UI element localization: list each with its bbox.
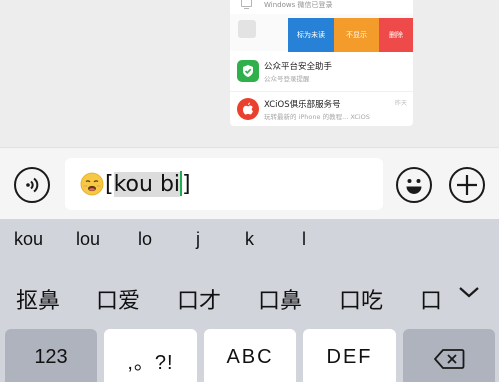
plus-icon — [457, 175, 477, 195]
chat-preview: 公众号登录提醒 — [264, 75, 310, 83]
chat-time: 昨天 — [394, 100, 407, 107]
more-button[interactable] — [449, 167, 485, 203]
chat-area: Windows 微信已登录 标为未读 不显示 删除 公众平台安全助手 公众号登录… — [0, 0, 499, 147]
pinyin-keyboard: kou lou lo j k l 抠鼻 口爱 口才 口鼻 口吃 口 123 ,。… — [0, 219, 499, 382]
emoji-button[interactable] — [396, 167, 432, 203]
bracket-open: [ — [105, 172, 114, 197]
candidate-word[interactable]: 口吃 — [339, 283, 383, 315]
abc-key[interactable]: ABC — [204, 329, 296, 382]
shield-icon — [237, 60, 259, 82]
apple-icon — [237, 98, 259, 120]
candidate-word[interactable]: 抠鼻 — [16, 283, 60, 315]
delete-key[interactable] — [403, 329, 495, 382]
backspace-icon — [434, 349, 465, 369]
candidate-word[interactable]: 口鼻 — [258, 283, 302, 315]
pinyin-suggestion[interactable]: j — [196, 229, 200, 250]
pinyin-suggestion[interactable]: kou — [14, 229, 43, 250]
chat-row-xcios[interactable]: XCiOS俱乐部服务号 玩转最新的 iPhone 的教程... XCiOS 昨天 — [230, 91, 413, 126]
chat-title: 公众平台安全助手 — [264, 62, 333, 72]
def-key[interactable]: DEF — [303, 329, 396, 382]
message-input[interactable]: [kou bi] — [65, 158, 383, 210]
weary-face-emoji-icon — [80, 172, 104, 196]
pinyin-suggestion[interactable]: lou — [76, 229, 100, 250]
input-text: [kou bi] — [105, 171, 191, 198]
punctuation-key[interactable]: ,。?! — [104, 329, 197, 382]
chevron-down-icon[interactable] — [456, 281, 482, 303]
delete-button[interactable]: 删除 — [379, 18, 413, 52]
desktop-icon — [241, 0, 252, 9]
bracket-close: ] — [182, 172, 191, 197]
hide-button[interactable]: 不显示 — [334, 18, 379, 52]
candidate-row: 抠鼻 口爱 口才 口鼻 口吃 口 — [0, 275, 499, 319]
windows-login-row[interactable]: Windows 微信已登录 — [230, 0, 413, 12]
chat-list-card: Windows 微信已登录 标为未读 不显示 删除 公众平台安全助手 公众号登录… — [230, 0, 413, 126]
smiley-icon — [406, 179, 422, 194]
candidate-word[interactable]: 口 — [420, 283, 440, 315]
pinyin-suggestion[interactable]: k — [245, 229, 254, 250]
chat-preview: 玩转最新的 iPhone 的教程... XCiOS — [264, 113, 370, 121]
voice-input-button[interactable] — [14, 167, 50, 203]
chat-title: XCiOS俱乐部服务号 — [264, 100, 341, 110]
avatar — [238, 20, 256, 38]
candidate-word[interactable]: 口爱 — [96, 283, 140, 315]
voice-icon — [26, 177, 39, 193]
pinyin-suggestion-row: kou lou lo j k l — [0, 219, 499, 261]
windows-login-label: Windows 微信已登录 — [264, 1, 333, 9]
pinyin-suggestion[interactable]: lo — [138, 229, 152, 250]
numbers-key[interactable]: 123 — [5, 329, 97, 382]
chat-row-security-assistant[interactable]: 公众平台安全助手 公众号登录提醒 — [230, 54, 413, 90]
marked-pinyin-text: kou bi — [113, 172, 181, 197]
candidate-word[interactable]: 口才 — [177, 283, 221, 315]
chat-input-bar: [kou bi] — [0, 147, 499, 219]
mark-unread-button[interactable]: 标为未读 — [288, 18, 334, 52]
pinyin-suggestion[interactable]: l — [302, 229, 306, 250]
